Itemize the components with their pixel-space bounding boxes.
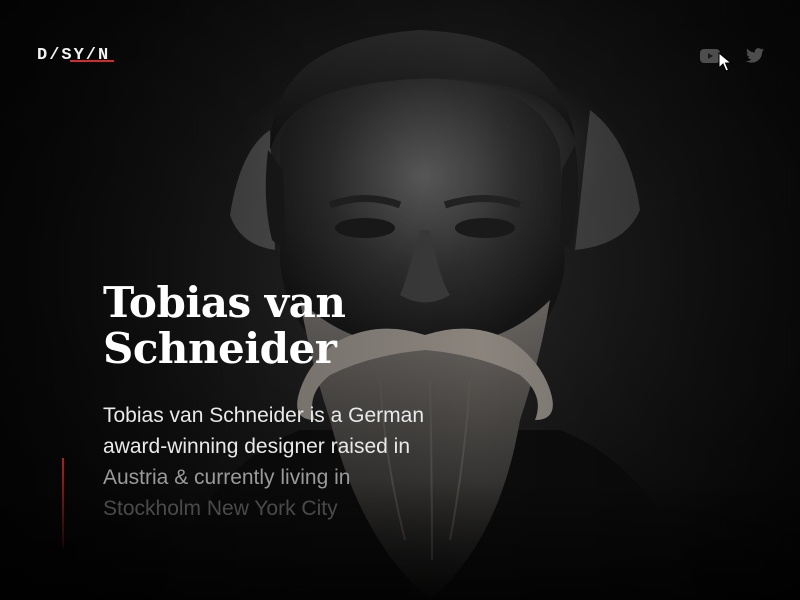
hero-section: D/SY/N Tobias van Schneider Tobias van S… — [0, 0, 800, 600]
bio-line-4: Stockholm New York City — [103, 497, 338, 520]
hero-bio: Tobias van Schneider is a German award-w… — [103, 400, 433, 524]
twitter-icon — [746, 48, 764, 63]
bio-line-1: Tobias van Schneider is a German — [103, 404, 424, 427]
mouse-cursor-icon — [718, 52, 732, 72]
hero-title: Tobias van Schneider — [103, 280, 423, 372]
twitter-link[interactable] — [746, 48, 766, 64]
portrait-eye-left — [335, 218, 395, 238]
hero-title-line-1: Tobias van — [103, 278, 346, 327]
scroll-indicator-line — [62, 458, 64, 548]
youtube-icon — [700, 49, 720, 63]
bio-line-3: Austria & currently living in — [103, 466, 351, 489]
logo-accent-underline — [70, 60, 114, 62]
hero-title-line-2: Schneider — [103, 324, 337, 373]
bio-line-2: award-winning designer raised in — [103, 435, 411, 458]
youtube-link[interactable] — [700, 48, 720, 64]
social-links — [700, 48, 766, 64]
site-logo[interactable]: D/SY/N — [37, 46, 110, 65]
portrait-eye-right — [455, 218, 515, 238]
